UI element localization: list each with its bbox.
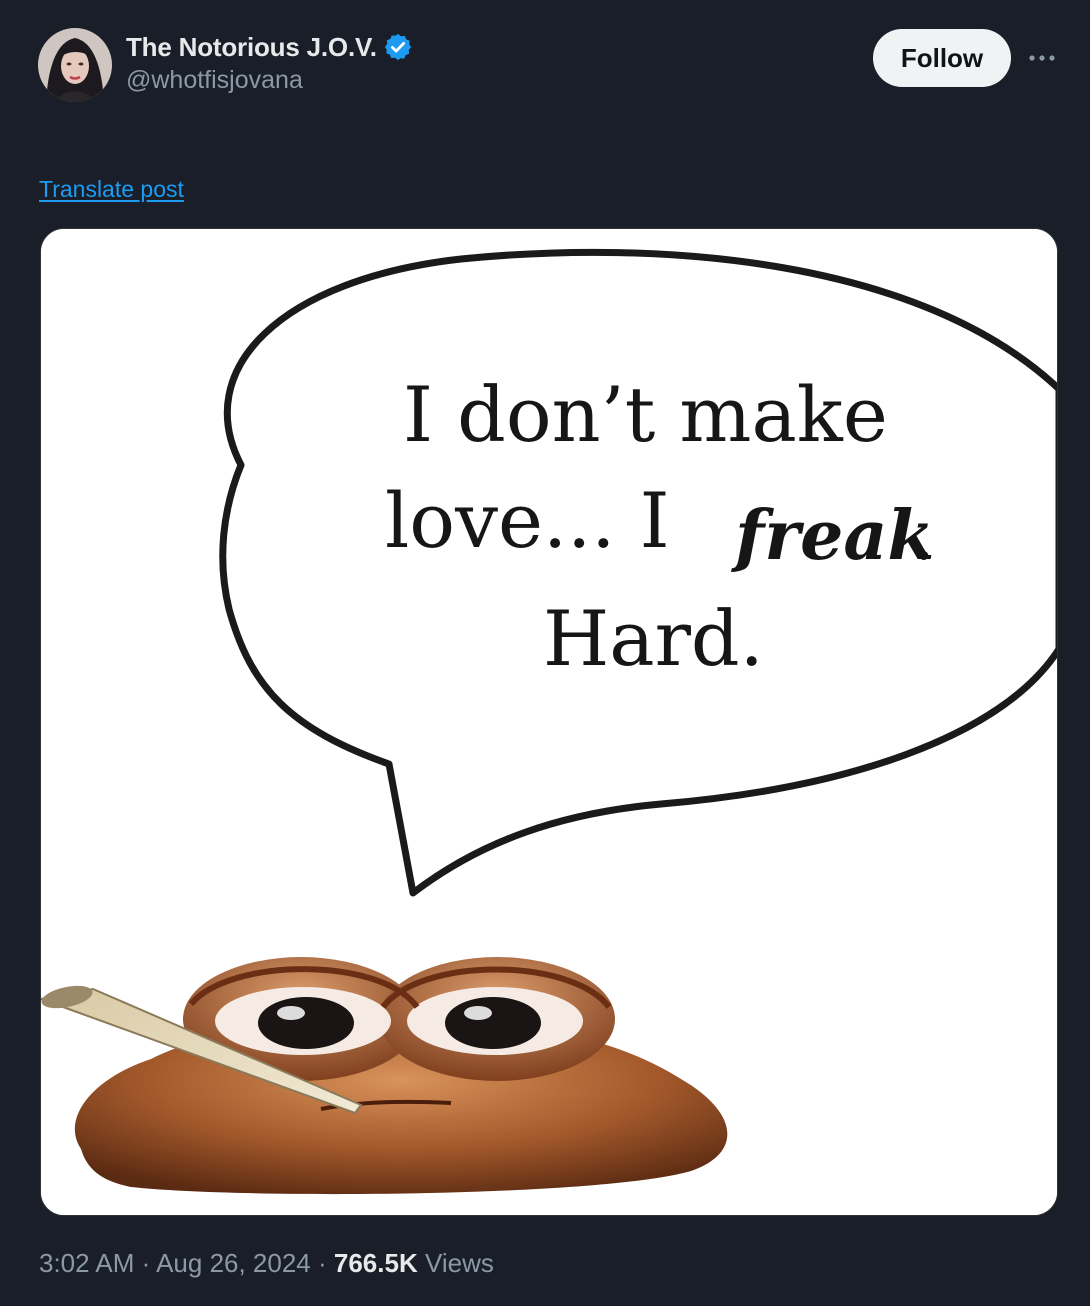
- post-image[interactable]: I don’t make love... I freak . Hard.: [40, 228, 1058, 1216]
- author-name-row[interactable]: The Notorious J.O.V.: [126, 28, 413, 66]
- author-handle[interactable]: @whotfisjovana: [126, 66, 303, 95]
- post-time[interactable]: 3:02 AM: [39, 1248, 134, 1278]
- translate-post-link[interactable]: Translate post: [39, 176, 184, 203]
- views-label: Views: [417, 1248, 494, 1278]
- more-options-icon[interactable]: [1026, 40, 1058, 76]
- views-count: 766.5K: [333, 1248, 418, 1278]
- caption-line-2b: freak: [731, 496, 935, 576]
- caption-line-2c: .: [913, 497, 935, 576]
- verified-badge-icon: [383, 32, 413, 62]
- post-metadata: 3:02 AM · Aug 26, 2024 · 766.5K Views: [39, 1248, 494, 1279]
- separator: ·: [134, 1248, 157, 1278]
- separator: ·: [310, 1248, 334, 1278]
- post-container: The Notorious J.O.V. @whotfisjovana Foll…: [4, 0, 1086, 1306]
- caption-line-2a: love... I: [385, 476, 670, 565]
- author-display-name[interactable]: The Notorious J.O.V.: [126, 32, 377, 63]
- avatar[interactable]: [38, 28, 112, 102]
- post-date[interactable]: Aug 26, 2024: [156, 1248, 311, 1278]
- caption-line-1: I don’t make: [403, 370, 888, 459]
- follow-button[interactable]: Follow: [873, 29, 1011, 87]
- caption-line-3: Hard.: [543, 594, 764, 683]
- avatar-image: [38, 28, 112, 102]
